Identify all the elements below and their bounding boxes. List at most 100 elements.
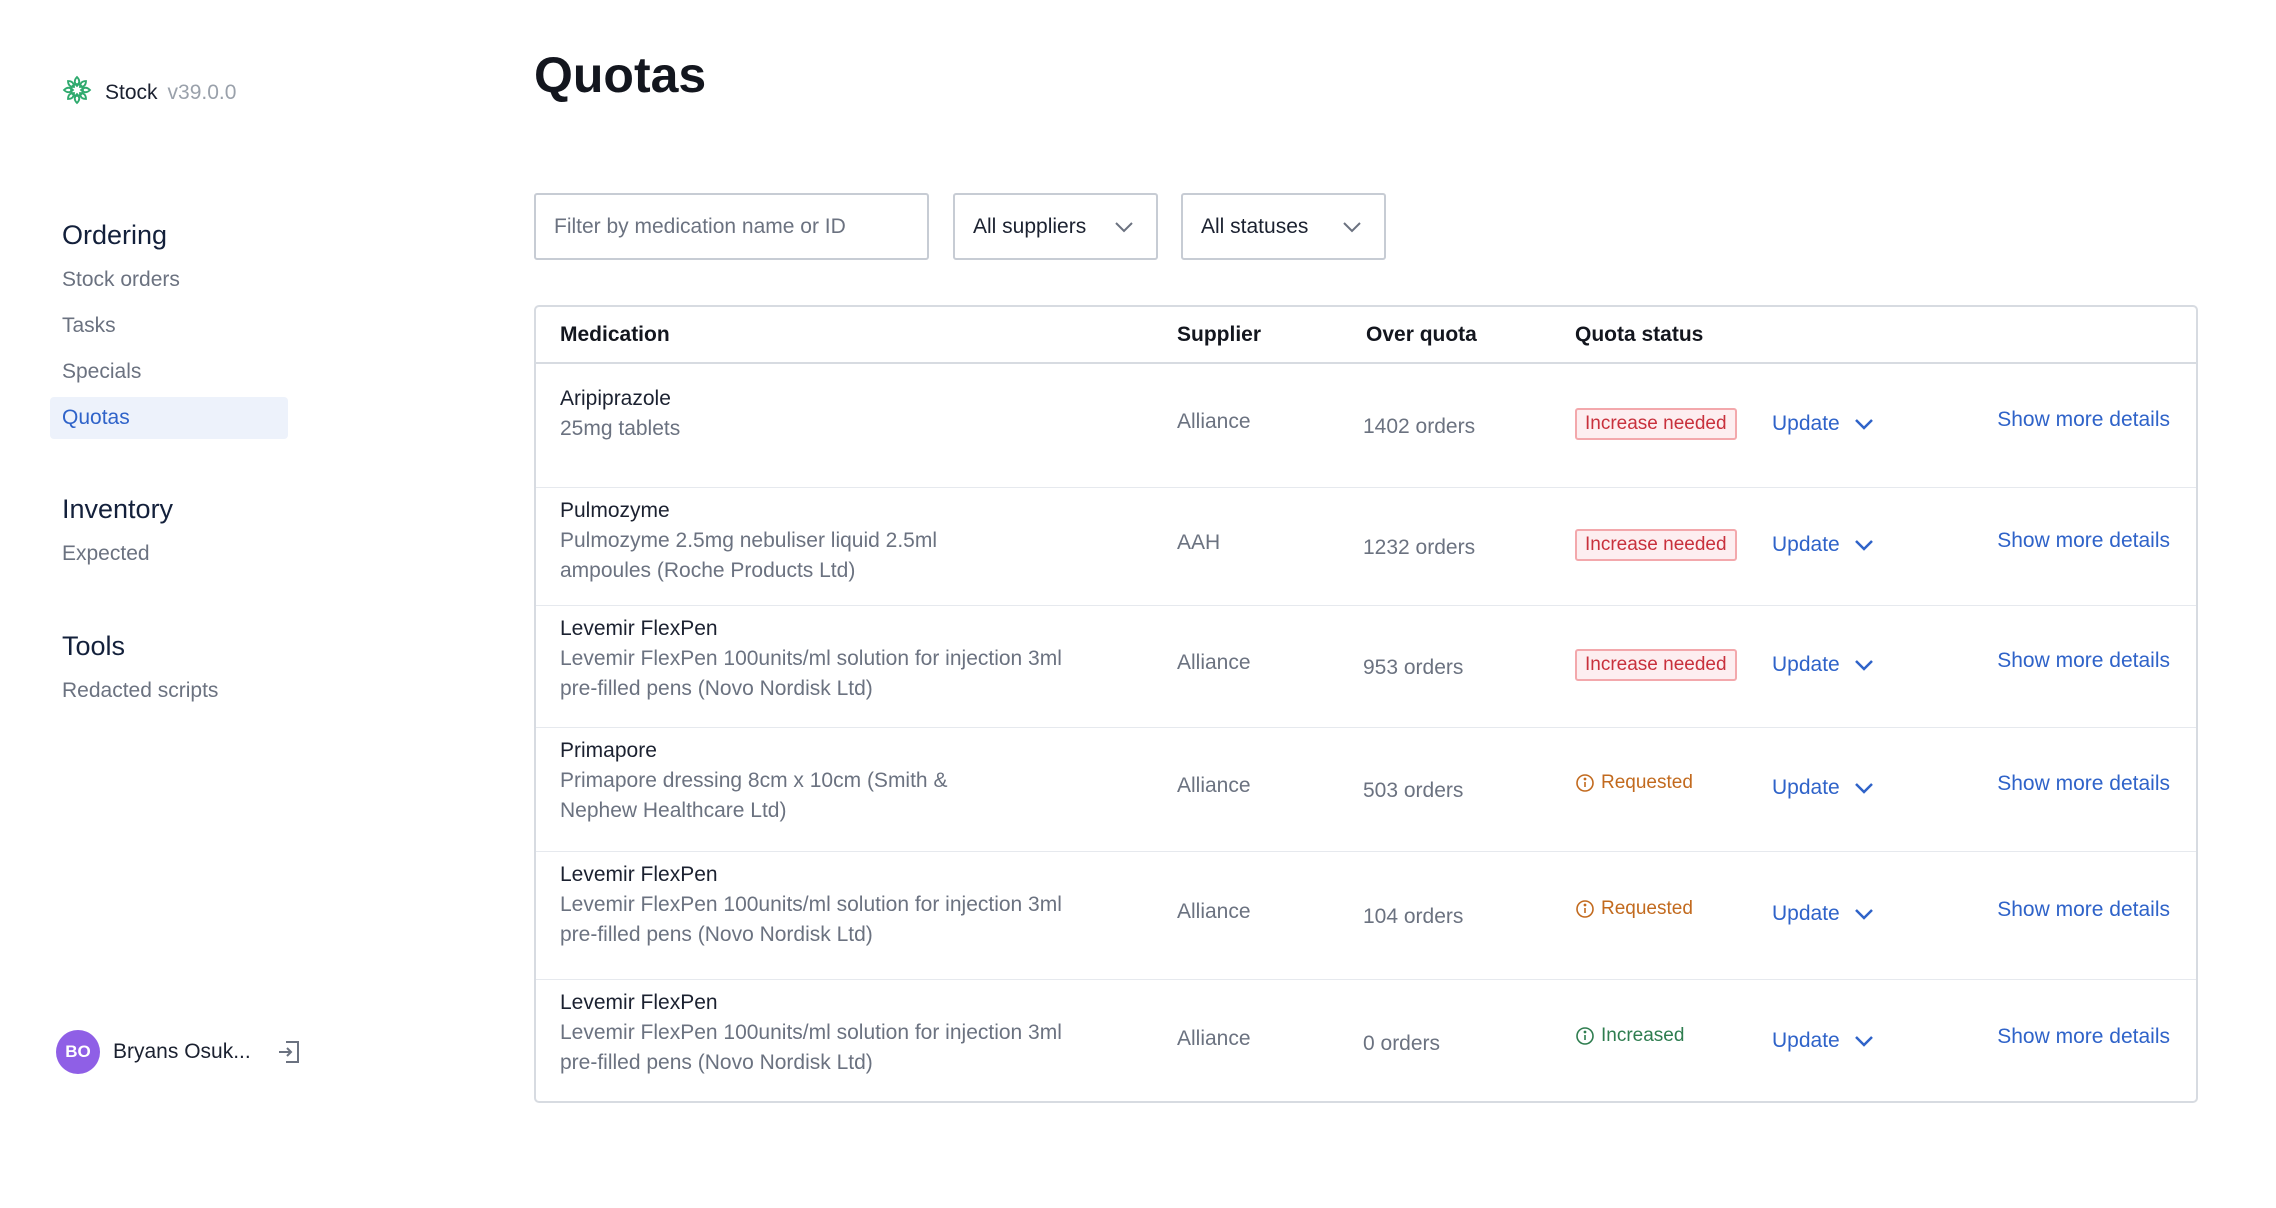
over-quota-cell: 0 orders — [1363, 1032, 1441, 1055]
logout-icon[interactable] — [275, 1038, 303, 1066]
update-label: Update — [1772, 653, 1840, 676]
status-text: Requested — [1601, 898, 1693, 919]
medication-cell: Levemir FlexPen Levemir FlexPen 100units/… — [560, 860, 1120, 950]
app-version: v39.0.0 — [167, 80, 237, 104]
chevron-down-icon — [1840, 539, 1874, 551]
search-input[interactable] — [534, 193, 929, 260]
medication-description-continued: ampoules (Roche Products Ltd) — [560, 559, 856, 582]
table-row: Primapore Primapore dressing 8cm x 10cm (… — [536, 728, 2196, 852]
medication-name: Aripiprazole — [560, 387, 671, 410]
update-button[interactable]: Update — [1772, 412, 1874, 436]
medication-description: Pulmozyme 2.5mg nebuliser liquid 2.5ml — [560, 529, 938, 552]
status-label: Requested — [1575, 898, 1693, 920]
chevron-down-icon — [1840, 659, 1874, 671]
over-quota-cell: 104 orders — [1363, 905, 1464, 928]
medication-cell: Primapore Primapore dressing 8cm x 10cm (… — [560, 736, 1120, 826]
sidebar-item-specials[interactable]: Specials — [50, 351, 288, 393]
medication-name: Primapore — [560, 739, 657, 762]
status-badge: Increase needed — [1575, 649, 1737, 681]
user-menu: BO Bryans Osuk... — [56, 1030, 303, 1074]
show-more-details-link[interactable]: Show more details — [1997, 898, 2170, 922]
sidebar-item-tasks[interactable]: Tasks — [50, 305, 288, 347]
status-select[interactable]: All statuses — [1181, 193, 1386, 260]
nav-heading-tools: Tools — [62, 631, 126, 661]
update-button[interactable]: Update — [1772, 776, 1874, 800]
medication-cell: Pulmozyme Pulmozyme 2.5mg nebuliser liqui… — [560, 496, 1120, 586]
medication-cell: Levemir FlexPen Levemir FlexPen 100units/… — [560, 614, 1120, 704]
nav-section-inventory: Inventory Expected — [50, 489, 288, 575]
app-brand: Stock v39.0.0 — [61, 74, 236, 111]
medication-description: Levemir FlexPen 100units/ml solution for… — [560, 647, 1062, 670]
table-row: Aripiprazole 25mg tablets Alliance 1402 ord… — [536, 364, 2196, 488]
supplier-cell: Alliance — [1177, 410, 1251, 433]
column-header-supplier: Supplier — [1177, 323, 1262, 346]
leaf-ring-icon — [61, 74, 93, 111]
medication-name: Levemir FlexPen — [560, 991, 718, 1014]
supplier-cell: Alliance — [1177, 651, 1251, 674]
update-button[interactable]: Update — [1772, 653, 1874, 677]
column-header-over-quota: Over quota — [1366, 323, 1477, 346]
sidebar-item-stock-orders[interactable]: Stock orders — [50, 259, 288, 301]
sidebar-item-expected[interactable]: Expected — [50, 533, 288, 575]
over-quota-cell: 1232 orders — [1363, 536, 1476, 559]
chevron-down-icon — [1840, 418, 1874, 430]
update-button[interactable]: Update — [1772, 1029, 1874, 1053]
medication-name: Levemir FlexPen — [560, 863, 718, 886]
show-more-details-link[interactable]: Show more details — [1997, 529, 2170, 553]
table-row: Levemir FlexPen Levemir FlexPen 100units/… — [536, 852, 2196, 980]
chevron-down-icon — [1840, 908, 1874, 920]
column-header-medication: Medication — [560, 323, 670, 346]
quota-status-cell: Increased — [1575, 1025, 1684, 1047]
table-header: Medication Supplier Over quota Quota sta… — [536, 307, 2196, 364]
update-label: Update — [1772, 533, 1840, 556]
sidebar-item-redacted-scripts[interactable]: Redacted scripts — [50, 670, 288, 712]
table-row: Levemir FlexPen Levemir FlexPen 100units/… — [536, 606, 2196, 728]
status-badge: Increase needed — [1575, 529, 1737, 561]
avatar[interactable]: BO — [56, 1030, 100, 1074]
show-more-details-link[interactable]: Show more details — [1997, 772, 2170, 796]
table-row: Levemir FlexPen Levemir FlexPen 100units/… — [536, 980, 2196, 1105]
supplier-cell: Alliance — [1177, 1027, 1251, 1050]
supplier-cell: Alliance — [1177, 900, 1251, 923]
chevron-down-icon — [1840, 1035, 1874, 1047]
medication-description-continued: pre-filled pens (Novo Nordisk Ltd) — [560, 923, 873, 946]
medication-cell: Aripiprazole 25mg tablets — [560, 384, 1120, 444]
supplier-cell: AAH — [1177, 531, 1221, 554]
medication-description-continued: pre-filled pens (Novo Nordisk Ltd) — [560, 1051, 873, 1074]
table-row: Pulmozyme Pulmozyme 2.5mg nebuliser liqui… — [536, 488, 2196, 606]
show-more-details-link[interactable]: Show more details — [1997, 649, 2170, 673]
update-button[interactable]: Update — [1772, 533, 1874, 557]
medication-description-continued: pre-filled pens (Novo Nordisk Ltd) — [560, 677, 873, 700]
chevron-down-icon — [1840, 782, 1874, 794]
medication-description: Levemir FlexPen 100units/ml solution for… — [560, 1021, 1062, 1044]
over-quota-cell: 953 orders — [1363, 656, 1464, 679]
page-title: Quotas — [534, 47, 707, 103]
update-label: Update — [1772, 1029, 1840, 1052]
over-quota-cell: 1402 orders — [1363, 415, 1476, 438]
sidebar-item-quotas[interactable]: Quotas — [50, 397, 288, 439]
info-icon — [1575, 899, 1601, 919]
show-more-details-link[interactable]: Show more details — [1997, 1025, 2170, 1049]
medication-name: Pulmozyme — [560, 499, 670, 522]
status-label: Increased — [1575, 1025, 1684, 1047]
nav-heading-inventory: Inventory — [62, 494, 174, 524]
nav-section-ordering: Ordering Stock orders Tasks Specials Quo… — [50, 215, 288, 439]
status-badge: Increase needed — [1575, 408, 1737, 440]
info-icon — [1575, 773, 1601, 793]
medication-description: Primapore dressing 8cm x 10cm (Smith & — [560, 769, 948, 792]
quota-status-cell: Requested — [1575, 898, 1693, 920]
user-name: Bryans Osuk... — [113, 1040, 251, 1063]
quotas-table: Medication Supplier Over quota Quota sta… — [534, 305, 2198, 1103]
chevron-down-icon — [1343, 221, 1361, 232]
table-body: Aripiprazole 25mg tablets Alliance 1402 ord… — [536, 364, 2196, 1105]
medication-description: 25mg tablets — [560, 417, 681, 440]
chevron-down-icon — [1115, 221, 1133, 232]
over-quota-cell: 503 orders — [1363, 779, 1464, 802]
supplier-select[interactable]: All suppliers — [953, 193, 1158, 260]
status-select-value: All statuses — [1201, 214, 1309, 238]
update-button[interactable]: Update — [1772, 902, 1874, 926]
quota-status-cell: Increase needed — [1575, 649, 1737, 681]
show-more-details-link[interactable]: Show more details — [1997, 408, 2170, 432]
supplier-cell: Alliance — [1177, 774, 1251, 797]
medication-description: Levemir FlexPen 100units/ml solution for… — [560, 893, 1062, 916]
